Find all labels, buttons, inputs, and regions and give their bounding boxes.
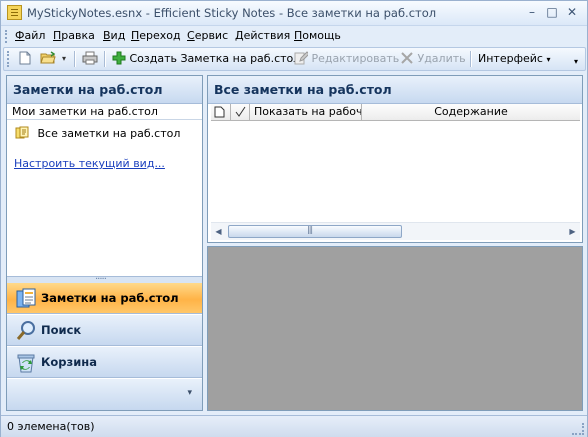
scroll-right-arrow-icon[interactable]: ▶ (566, 225, 579, 238)
notes-folder-icon (15, 126, 29, 140)
interface-label: Интерфейс (478, 52, 543, 65)
open-folder-icon (40, 51, 56, 65)
toolbar-separator (74, 51, 76, 67)
menu-edit[interactable]: Правка (53, 29, 95, 42)
navigation-pane-footer[interactable]: ▾ (7, 379, 202, 410)
delete-button[interactable]: Удалить (400, 51, 466, 67)
nav-button-notes-label: Заметки на раб.стол (41, 291, 179, 305)
window-title: MyStickyNotes.esnx - Efficient Sticky No… (27, 6, 437, 20)
scroll-left-arrow-icon[interactable]: ◀ (212, 225, 225, 238)
navigation-pane: Заметки на раб.стол Мои заметки на раб.с… (6, 75, 203, 411)
edit-pencil-icon (294, 51, 310, 65)
nav-button-search-label: Поиск (41, 323, 82, 337)
notes-list-pane: Все заметки на раб.стол Показать на рабо… (207, 75, 583, 243)
customize-view-link[interactable]: Настроить текущий вид... (14, 157, 165, 170)
nav-button-recycle-bin[interactable]: Корзина (7, 347, 202, 378)
toolbar-separator (104, 51, 106, 67)
open-folder-button[interactable] (40, 51, 56, 67)
chevron-down-icon: ▾ (546, 55, 551, 64)
toolbar: ▾ Создать Заметка на раб.стол Редактиров… (3, 47, 586, 71)
printer-icon (82, 51, 98, 65)
notes-list-header: Все заметки на раб.стол (208, 76, 582, 104)
print-button[interactable] (82, 51, 98, 67)
pane-splitter[interactable] (7, 271, 202, 283)
toolbar-overflow-button[interactable]: ▾ (574, 54, 578, 70)
menu-file[interactable]: Файл (15, 29, 45, 42)
delete-x-icon (400, 51, 414, 65)
add-plus-icon (112, 51, 126, 65)
open-dropdown-arrow[interactable]: ▾ (62, 51, 66, 67)
resize-grip[interactable] (572, 423, 584, 435)
maximize-button[interactable]: □ (543, 4, 561, 20)
menu-actions[interactable]: Действия (235, 29, 290, 42)
folder-item-all-notes[interactable]: Все заметки на раб.стол (15, 125, 180, 142)
menubar-grip[interactable] (5, 30, 10, 43)
create-note-label: Создать Заметка на раб.стол (129, 52, 301, 65)
column-type[interactable] (211, 104, 231, 120)
app-icon[interactable] (7, 5, 22, 20)
new-document-icon (18, 51, 32, 65)
title-bar[interactable]: MyStickyNotes.esnx - Efficient Sticky No… (1, 1, 587, 26)
nav-button-recycle-bin-label: Корзина (41, 355, 97, 369)
application-window: MyStickyNotes.esnx - Efficient Sticky No… (0, 0, 588, 437)
status-bar: 0 элемена(тов) (1, 415, 587, 437)
nav-button-search[interactable]: Поиск (7, 315, 202, 346)
column-content[interactable]: Содержание (362, 104, 580, 120)
notes-grid-header: Показать на рабоче Содержание (211, 104, 580, 121)
search-icon (15, 320, 37, 342)
note-preview-pane (207, 246, 583, 411)
create-note-button[interactable]: Создать Заметка на раб.стол (112, 51, 300, 67)
menu-help[interactable]: Помощь (294, 29, 341, 42)
interface-dropdown[interactable]: Интерфейс ▾ (478, 51, 550, 67)
new-document-button[interactable] (18, 51, 32, 67)
folder-group-header: Мои заметки на раб.стол (7, 104, 202, 120)
nav-button-notes[interactable]: Заметки на раб.стол (7, 283, 202, 314)
scrollbar-thumb[interactable] (228, 225, 402, 238)
folder-item-label: Все заметки на раб.стол (37, 127, 181, 140)
toolbar-separator (470, 51, 472, 67)
recycle-bin-icon (15, 352, 37, 374)
minimize-button[interactable]: – (523, 4, 541, 20)
edit-button[interactable]: Редактировать (294, 51, 399, 67)
close-button[interactable]: ✕ (563, 4, 581, 20)
checkmark-icon (234, 106, 248, 120)
edit-label: Редактировать (311, 52, 400, 65)
chevron-down-icon[interactable]: ▾ (187, 388, 192, 398)
menu-view[interactable]: Вид (103, 29, 125, 42)
delete-label: Удалить (417, 52, 466, 65)
menu-tools[interactable]: Сервис (187, 29, 228, 42)
horizontal-scrollbar[interactable]: ◀ ▶ (211, 222, 580, 240)
document-icon (214, 106, 228, 120)
column-completed[interactable] (231, 104, 250, 120)
column-show-on-desktop[interactable]: Показать на рабоче (250, 104, 362, 120)
menu-go[interactable]: Переход (131, 29, 181, 42)
toolbar-grip[interactable] (7, 51, 11, 67)
navigation-pane-header: Заметки на раб.стол (7, 76, 202, 104)
notes-icon (15, 288, 37, 310)
status-item-count: 0 элемена(тов) (7, 420, 95, 433)
menu-bar: Файл Правка Вид Переход Сервис Действия … (1, 26, 587, 46)
